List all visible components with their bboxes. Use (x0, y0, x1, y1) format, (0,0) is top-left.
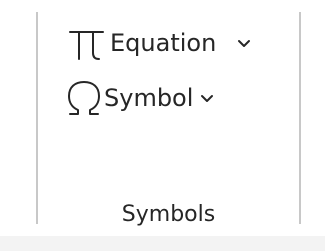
equation-label: Equation (110, 29, 217, 57)
symbol-button[interactable]: Symbol (66, 76, 215, 120)
chevron-down-icon[interactable] (236, 35, 252, 51)
group-divider-right (299, 12, 301, 224)
pi-icon (66, 21, 106, 65)
ribbon-group-symbols: Equation Symbol Symbols (0, 0, 325, 236)
group-label: Symbols (121, 202, 216, 227)
symbol-label: Symbol (104, 84, 194, 112)
omega-icon (66, 76, 102, 120)
chevron-down-icon[interactable] (199, 90, 215, 106)
equation-button[interactable]: Equation (66, 21, 252, 65)
group-divider-left (36, 12, 38, 224)
